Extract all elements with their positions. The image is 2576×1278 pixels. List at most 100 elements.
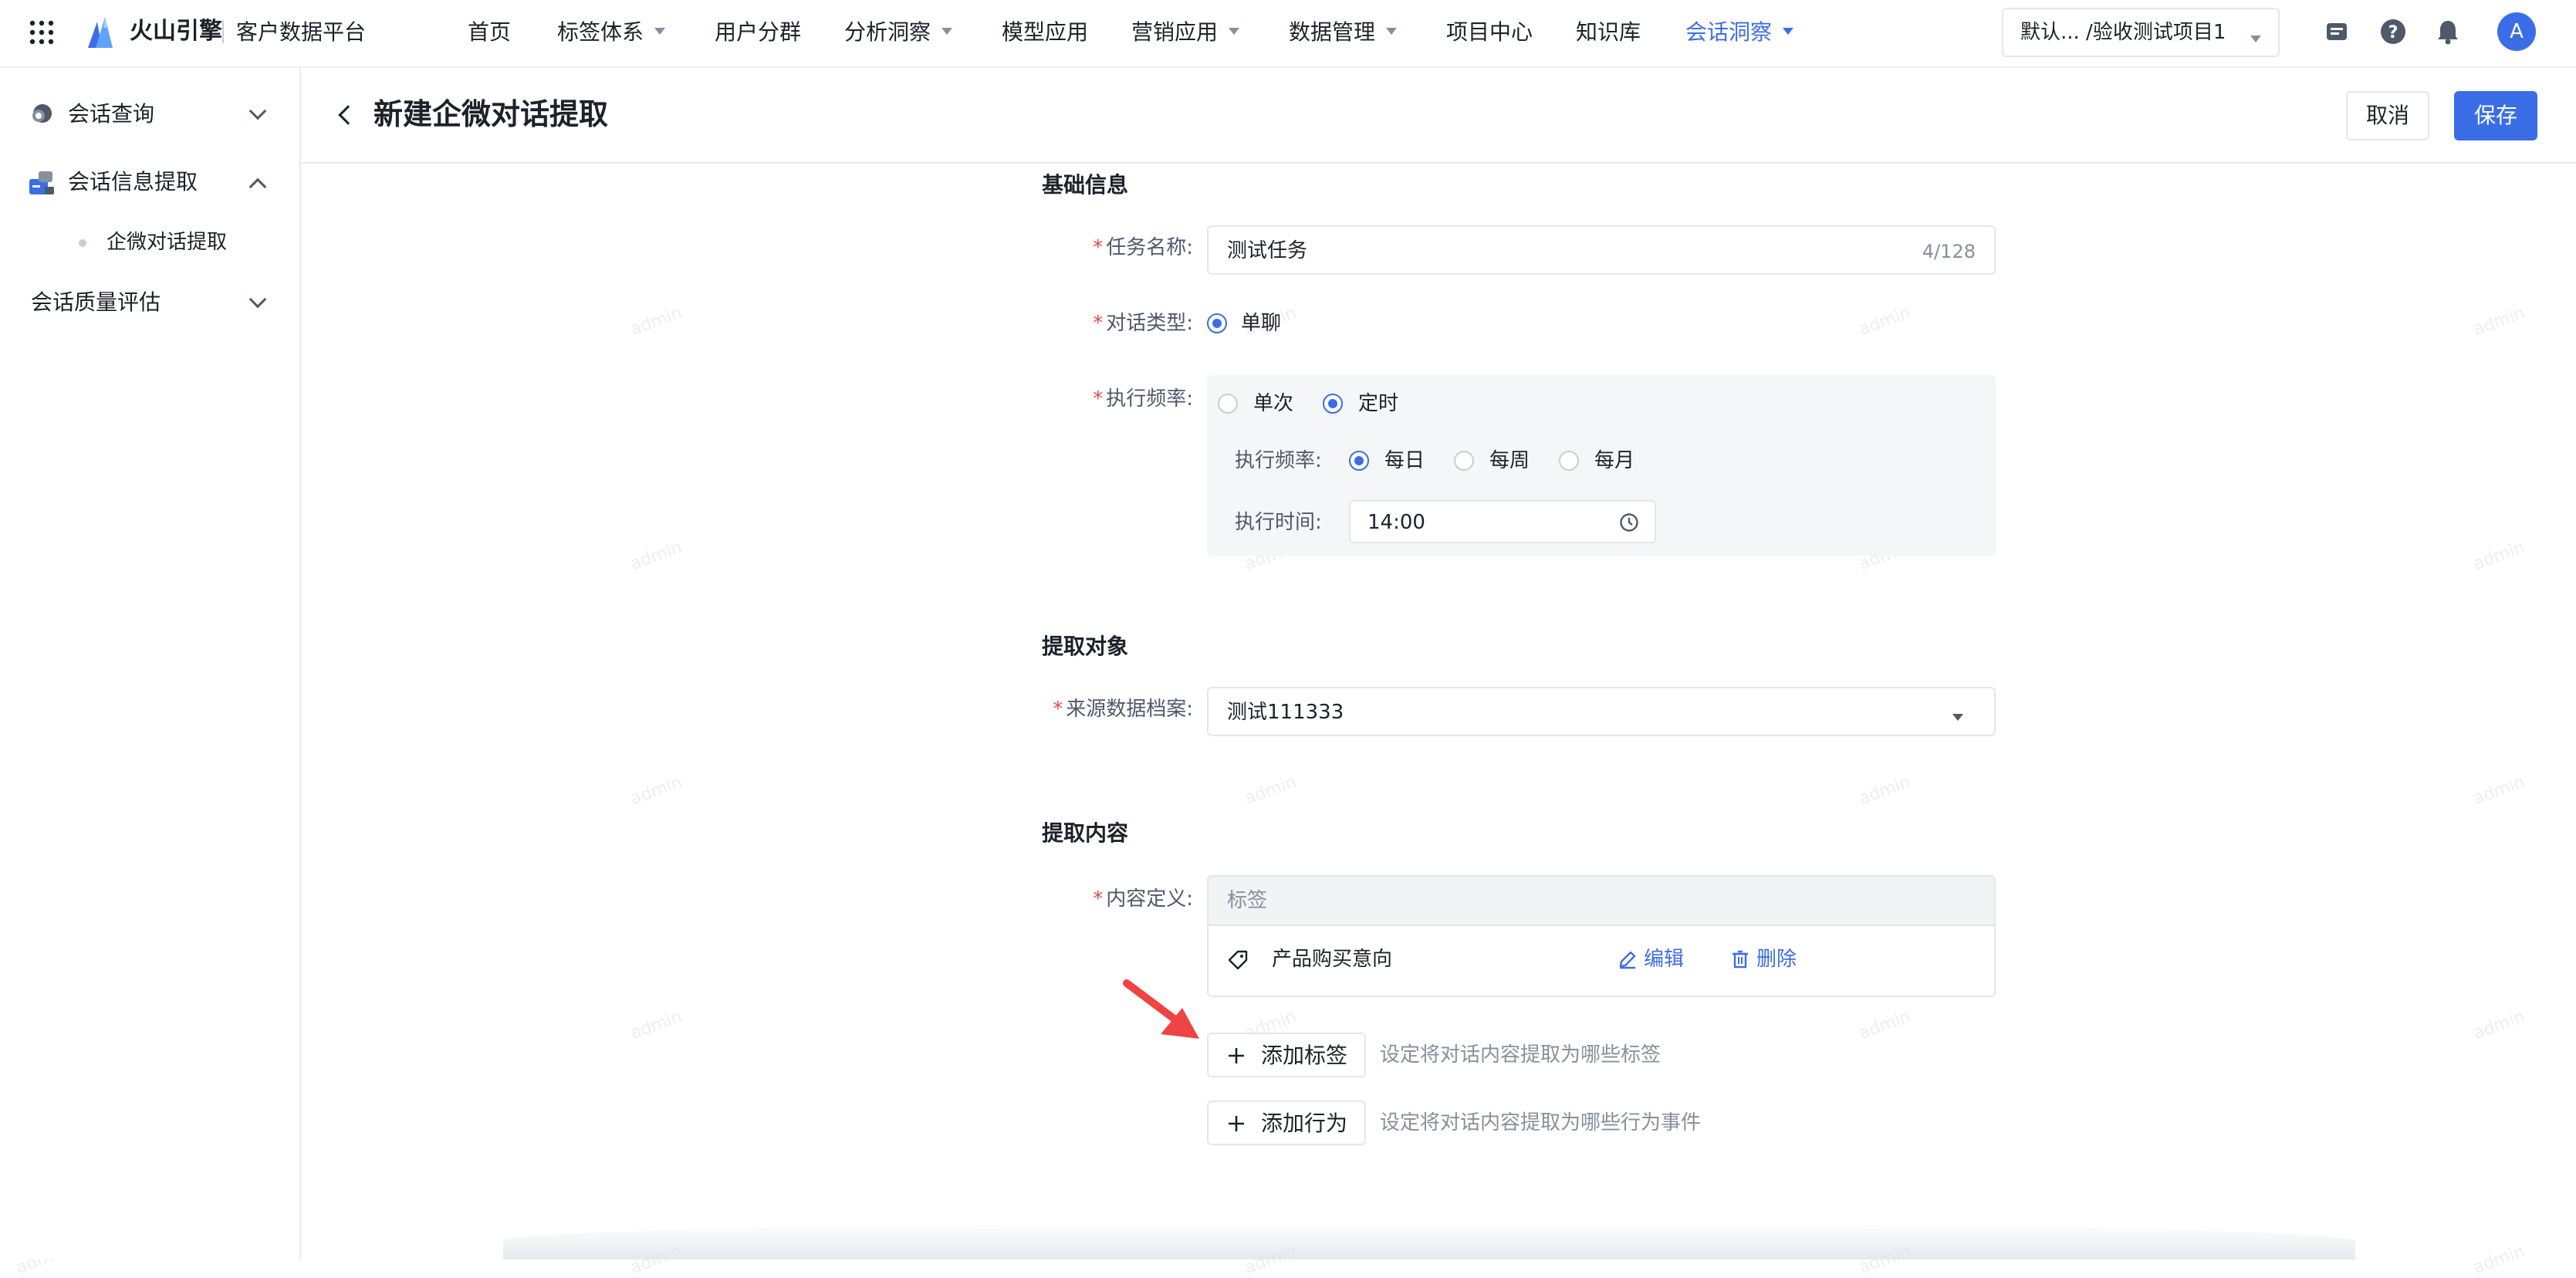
bottom-scroll-shadow [503,1222,2355,1259]
extract-icon [28,170,56,196]
radio-label-weekly: 每周 [1489,449,1530,472]
sidebar-item-wecom-extraction[interactable]: 企微对话提取 [0,219,299,265]
label-text: 来源数据档案: [1066,698,1193,721]
radio-daily[interactable] [1349,451,1369,471]
add-tag-hint: 设定将对话内容提取为哪些标签 [1380,1043,1662,1067]
message-icon[interactable] [2324,20,2349,45]
nav-data-management[interactable]: 数据管理 [1289,19,1398,46]
svg-text:?: ? [2388,23,2399,42]
clock-icon [1619,512,1639,532]
task-name-value: 测试任务 [1227,239,1308,262]
label-text: 任务名称: [1106,236,1193,259]
nav-label: 项目中心 [1446,19,1533,45]
cancel-button[interactable]: 取消 [2346,91,2429,140]
save-button[interactable]: 保存 [2454,91,2537,140]
plus-icon [1229,1048,1244,1063]
nav-label: 分析洞察 [844,19,931,45]
help-icon[interactable]: ? [2380,19,2406,45]
page-title: 新建企微对话提取 [374,97,609,131]
project-selector-value: 默认... /验收测试项目1 [2020,21,2226,44]
red-arrow-annotation-icon [1121,977,1205,1043]
nav-analysis[interactable]: 分析洞察 [844,19,953,46]
app-grid-icon[interactable] [29,20,54,45]
top-navigation-bar: 火山引擎 客户数据平台 首页 标签体系 用户分群 分析洞察 模型应用 营销应用 … [0,0,2576,68]
add-tag-label: 添加标签 [1261,1043,1348,1068]
exec-time-label: 执行时间: [1235,511,1322,534]
table-row: 产品购买意向 编辑 删除 [1209,926,1994,996]
sidebar-item-label: 会话信息提取 [68,169,198,194]
exec-time-input[interactable]: 14:00 [1349,500,1656,543]
add-behavior-button[interactable]: 添加行为 [1207,1100,1366,1145]
chevron-down-icon [248,290,267,309]
nav-tag-system[interactable]: 标签体系 [557,19,666,46]
radio-once[interactable] [1218,394,1238,414]
source-data-value: 测试111333 [1227,701,1344,724]
form-area: 基础信息 * 任务名称: 测试任务 4/128 * 对话类型: 单聊 * 执行频率: … [303,165,2576,1259]
sidebar-item-conversation-query[interactable]: 会话查询 [0,91,299,137]
caret-down-icon [1386,27,1398,35]
brand-name: 火山引擎 [130,18,222,45]
sidebar-item-info-extraction[interactable]: 会话信息提取 [0,159,299,205]
nav-label: 用户分群 [715,19,802,45]
chevron-down-icon [248,102,267,120]
trash-icon [1733,950,1748,969]
radio-label-once: 单次 [1253,392,1294,415]
back-arrow-icon[interactable] [338,105,358,125]
char-counter: 4/128 [1922,241,1976,262]
task-name-label: * 任务名称: [1093,236,1193,259]
sidebar-item-label: 会话质量评估 [31,289,161,315]
radio-weekly[interactable] [1454,451,1474,471]
radio-label-scheduled: 定时 [1358,392,1399,415]
caret-down-icon [1952,714,1963,721]
caret-down-icon [2250,36,2261,42]
task-name-input[interactable]: 测试任务 4/128 [1207,225,1996,275]
content-definition-label: * 内容定义: [1093,888,1193,911]
label-text: 内容定义: [1106,888,1193,911]
exec-time-value: 14:00 [1367,511,1425,534]
tag-name: 产品购买意向 [1272,948,1393,971]
sidebar-item-label: 企微对话提取 [106,231,228,254]
notification-bell-icon[interactable] [2436,19,2460,45]
frequency-label: * 执行频率: [1093,387,1193,411]
page-header: 新建企微对话提取 取消 保存 [301,68,2576,164]
nav-knowledge-base[interactable]: 知识库 [1576,19,1641,46]
caret-down-icon [1783,27,1794,35]
content-definition-table: 标签 产品购买意向 编辑 删除 [1207,875,1996,997]
nav-model-app[interactable]: 模型应用 [1002,19,1088,46]
nav-label: 标签体系 [557,19,644,45]
sidebar-item-quality-evaluation[interactable]: 会话质量评估 [0,279,299,326]
nav-marketing[interactable]: 营销应用 [1131,19,1240,46]
chat-bubble-icon [29,102,54,127]
nav-label: 知识库 [1576,19,1641,45]
avatar[interactable]: A [2497,12,2536,51]
sub-frequency-label: 执行频率: [1235,449,1322,472]
nav-home[interactable]: 首页 [468,19,511,46]
dialog-type-label: * 对话类型: [1093,312,1193,335]
edit-pencil-icon [1619,951,1636,969]
section-title-target: 提取对象 [1042,634,1129,659]
add-tag-button[interactable]: 添加标签 [1207,1033,1366,1077]
nav-user-segment[interactable]: 用户分群 [715,19,801,46]
brand-divider [222,20,224,43]
section-title-content: 提取内容 [1042,820,1129,846]
radio-scheduled[interactable] [1323,394,1343,414]
radio-monthly[interactable] [1559,451,1579,471]
caret-down-icon [941,27,953,35]
nav-label: 会话洞察 [1685,19,1773,45]
tag-icon [1227,949,1249,971]
sidebar: 会话查询 会话信息提取 企微对话提取 会话质量评估 [0,68,301,1259]
nav-conversation-insight[interactable]: 会话洞察 [1685,19,1794,46]
product-name: 客户数据平台 [236,19,367,45]
add-behavior-label: 添加行为 [1261,1111,1348,1136]
project-selector[interactable]: 默认... /验收测试项目1 [2002,8,2280,57]
delete-label: 删除 [1756,948,1797,971]
source-data-select[interactable]: 测试111333 [1207,687,1996,736]
label-text: 执行频率: [1106,387,1193,411]
sidebar-item-label: 会话查询 [68,101,155,127]
radio-single-chat[interactable] [1207,313,1227,333]
table-header: 标签 [1209,877,1994,926]
nav-label: 首页 [468,19,512,45]
caret-down-icon [654,27,666,35]
radio-label-daily: 每日 [1384,449,1425,472]
nav-project-center[interactable]: 项目中心 [1446,19,1533,46]
